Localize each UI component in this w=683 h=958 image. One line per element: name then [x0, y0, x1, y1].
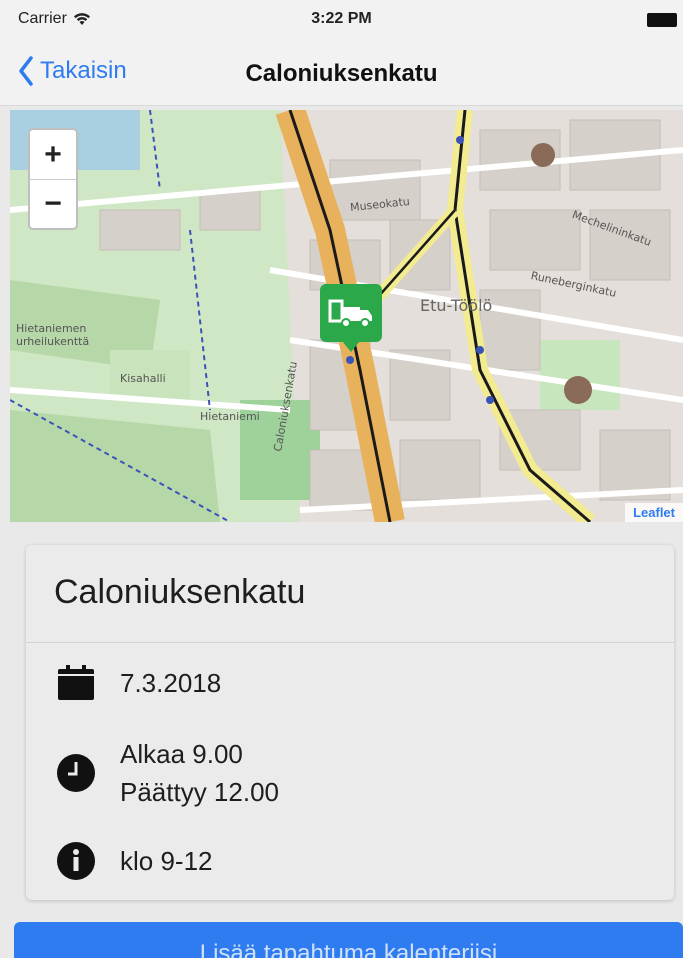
navigation-bar: Takaisin Caloniuksenkatu [0, 42, 683, 106]
zoom-control: + − [28, 128, 78, 230]
event-info: klo 9-12 [120, 846, 213, 876]
map-attribution: Leaflet [625, 503, 683, 522]
area-label: Hietaniemi [200, 410, 260, 423]
status-bar: Carrier 3:22 PM [0, 0, 683, 42]
calendar-icon [56, 663, 96, 703]
area-label: Kisahalli [120, 372, 166, 385]
page-title: Caloniuksenkatu [245, 60, 438, 87]
info-row: klo 9-12 [26, 841, 213, 881]
battery-icon [647, 13, 677, 27]
clock: 3:22 PM [311, 10, 372, 27]
event-date: 7.3.2018 [120, 668, 222, 698]
district-label: Etu-Töölö [420, 296, 493, 315]
event-start: Alkaa 9.00 [120, 739, 243, 769]
map-marker[interactable] [320, 284, 382, 352]
zoom-out-button[interactable]: − [30, 179, 76, 228]
event-end: Päättyy 12.00 [120, 777, 279, 807]
leaflet-link[interactable]: Leaflet [633, 505, 675, 520]
add-to-calendar-button[interactable]: Lisää tapahtuma kalenteriisi [14, 922, 683, 958]
event-title: Caloniuksenkatu [26, 545, 674, 643]
area-label: Hietaniemen urheilukenttä [16, 322, 90, 348]
event-card: Caloniuksenkatu 7.3.2018 Alkaa 9.00 Päät… [26, 545, 674, 900]
clock-icon [56, 753, 96, 793]
truck-icon [328, 299, 372, 328]
time-row: Alkaa 9.00 Päättyy 12.00 [26, 735, 279, 811]
date-row: 7.3.2018 [26, 663, 221, 703]
info-icon [56, 841, 96, 881]
zoom-in-button[interactable]: + [30, 130, 76, 179]
